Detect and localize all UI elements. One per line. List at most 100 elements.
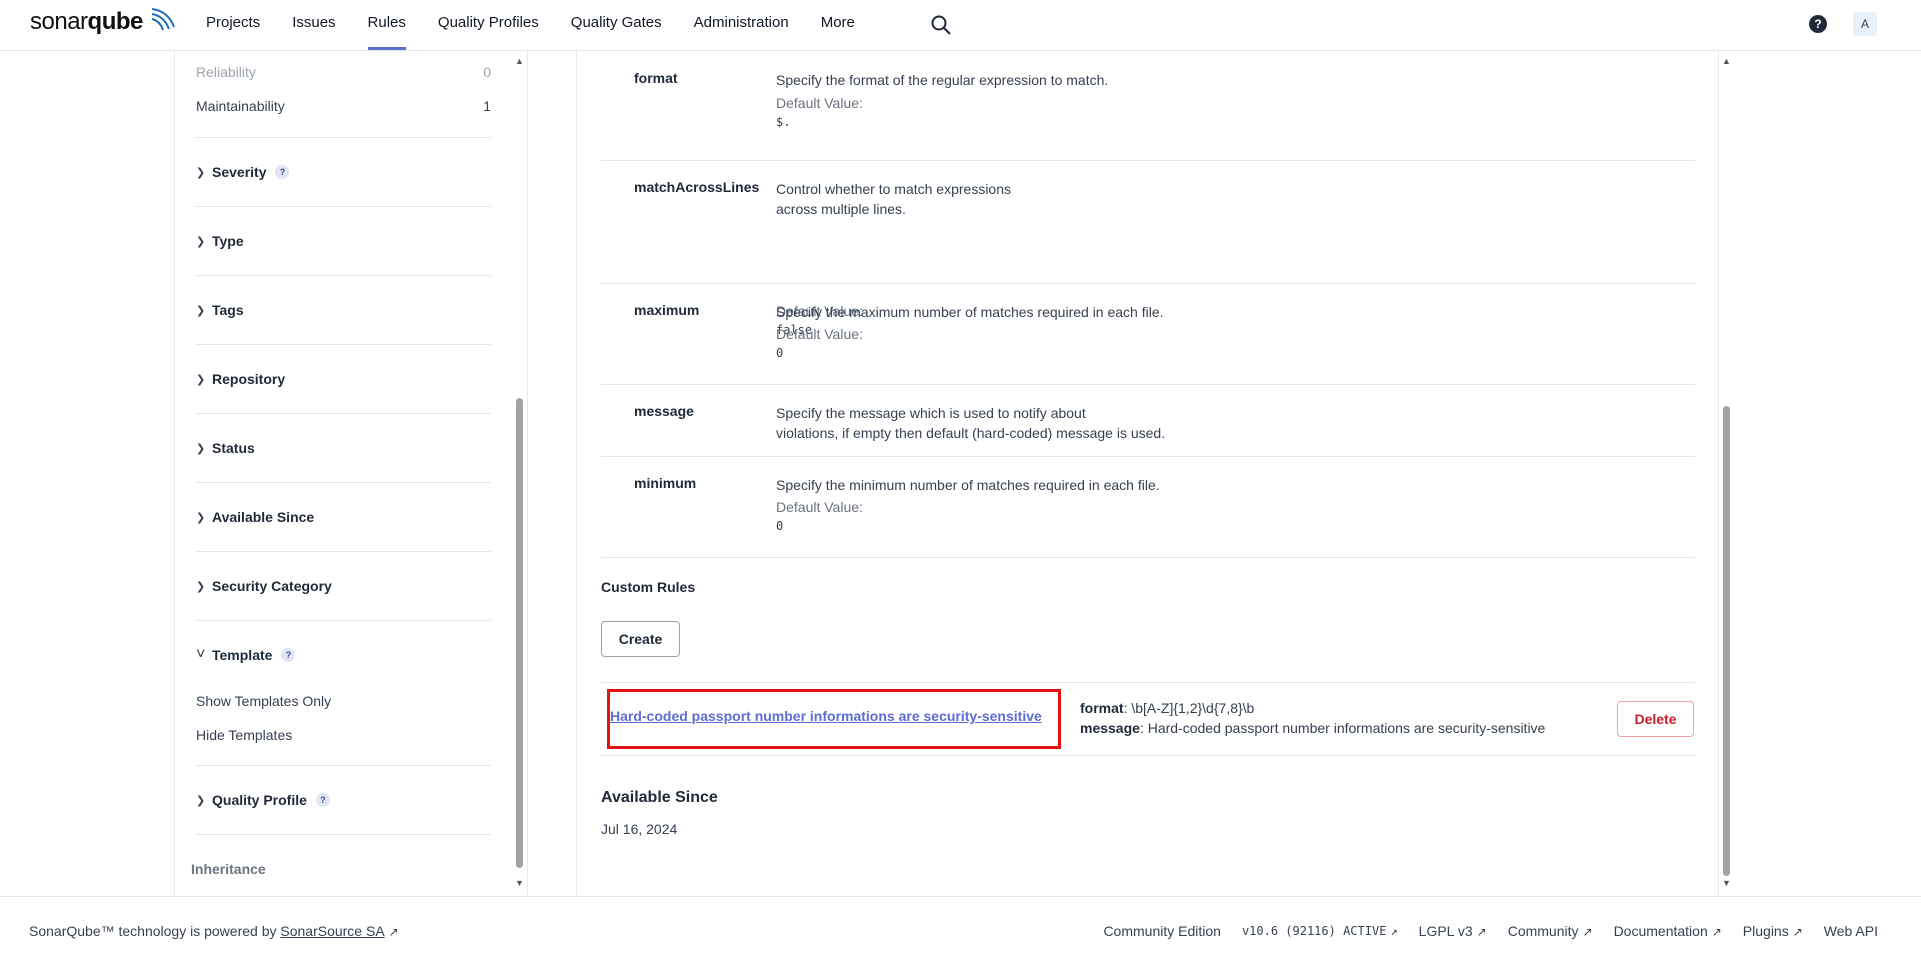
available-since-date: Jul 16, 2024: [601, 821, 678, 837]
scroll-down-arrow-icon[interactable]: ▼: [515, 878, 524, 888]
nav-item-issues[interactable]: Issues: [276, 0, 351, 50]
create-custom-rule-button[interactable]: Create: [601, 621, 680, 657]
footer-web-api-link[interactable]: Web API: [1824, 923, 1878, 940]
param-key: maximum: [634, 302, 700, 318]
footer-documentation-link[interactable]: Documentation ↗: [1614, 923, 1722, 940]
facet-status-label: Status: [212, 440, 255, 456]
logo-waves-icon: [151, 8, 175, 31]
param-row-matchAcrossLines: matchAcrossLines Control whether to match…: [601, 161, 1695, 337]
footer-documentation-text: Documentation: [1613, 923, 1708, 939]
footer-community-link[interactable]: Community ↗: [1508, 923, 1593, 940]
sidebar-scrollbar[interactable]: ▲ ▼: [514, 56, 524, 890]
show-templates-only-option[interactable]: Show Templates Only: [196, 693, 331, 709]
help-icon[interactable]: ?: [275, 165, 290, 179]
facet-reliability[interactable]: Reliability 0: [196, 64, 491, 80]
footer-prefix-text: SonarQube™ technology is powered by: [29, 923, 281, 939]
facet-severity-label: Severity: [212, 164, 267, 180]
param-description-line: Control whether to match expressions: [776, 181, 1011, 197]
param-row-minimum: minimum Specify the minimum number of mat…: [601, 457, 1695, 558]
param-description-line: Specify the minimum number of matches re…: [776, 477, 1160, 493]
facet-quality-profile-label: Quality Profile: [212, 792, 307, 808]
format-value: : \b[A-Z]{1,2}\d{7,8}\b: [1123, 700, 1255, 716]
sonarsource-link[interactable]: SonarSource SA: [280, 923, 384, 939]
main-nav: Projects Issues Rules Quality Profiles Quali…: [190, 0, 871, 50]
footer-version[interactable]: v10.6 (92116) ACTIVE ↗: [1242, 923, 1398, 940]
facet-template-label: Template: [212, 647, 273, 663]
nav-item-projects[interactable]: Projects: [190, 0, 276, 50]
facet-repository[interactable]: ❯ Repository: [196, 344, 491, 413]
sonarqube-logo[interactable]: sonarqube: [30, 8, 175, 36]
param-default-value: 0: [776, 519, 784, 533]
facet-maintainability[interactable]: Maintainability 1: [196, 98, 491, 114]
logo-text-bold: qube: [87, 8, 144, 35]
facet-available-since[interactable]: ❯ Available Since: [196, 482, 491, 551]
external-link-icon: ↗: [1390, 924, 1398, 938]
param-default-value: 0: [776, 346, 784, 360]
param-description: Control whether to match expressions acro…: [776, 179, 1011, 219]
nav-item-quality-profiles[interactable]: Quality Profiles: [422, 0, 555, 50]
external-link-icon: ↗: [1792, 925, 1803, 939]
param-description-line: Specify the format of the regular expres…: [776, 72, 1109, 88]
help-icon[interactable]: ?: [281, 648, 296, 662]
logo-text-light: sonar: [30, 8, 88, 35]
external-link-icon: ↗: [388, 925, 399, 939]
nav-item-quality-gates[interactable]: Quality Gates: [555, 0, 678, 50]
param-description-line: violations, if empty then default (hard-…: [776, 425, 1166, 441]
footer-edition: Community Edition: [1103, 923, 1221, 939]
delete-custom-rule-button[interactable]: Delete: [1617, 701, 1694, 737]
scroll-up-arrow-icon[interactable]: ▲: [1722, 56, 1731, 66]
top-navbar: sonarqube Projects Issues Rules Quality Pro…: [0, 0, 1921, 51]
main-scrollbar-thumb[interactable]: [1723, 406, 1730, 876]
chevron-right-icon: ❯: [196, 794, 206, 807]
custom-rule-format: format: \b[A-Z]{1,2}\d{7,8}\b: [1080, 700, 1254, 716]
facet-type[interactable]: ❯ Type: [196, 206, 491, 275]
param-description-line: Specify the maximum number of matches re…: [776, 304, 1164, 320]
external-link-icon: ↗: [1476, 925, 1487, 939]
param-description: Specify the minimum number of matches re…: [776, 475, 1160, 495]
message-key: message: [1080, 720, 1140, 736]
custom-rule-link[interactable]: Hard-coded passport number informations …: [610, 708, 1042, 724]
facet-status[interactable]: ❯ Status: [196, 413, 491, 482]
scroll-down-arrow-icon[interactable]: ▼: [1722, 878, 1731, 888]
user-avatar[interactable]: A: [1853, 12, 1877, 36]
search-icon[interactable]: [930, 14, 952, 36]
nav-item-administration[interactable]: Administration: [678, 0, 805, 50]
param-key: minimum: [634, 475, 697, 491]
custom-rule-row: Hard-coded passport number informations …: [601, 682, 1695, 756]
param-description: Specify the maximum number of matches re…: [776, 302, 1164, 322]
facet-tags[interactable]: ❯ Tags: [196, 275, 491, 344]
help-icon[interactable]: ?: [1809, 15, 1827, 33]
scroll-up-arrow-icon[interactable]: ▲: [515, 56, 524, 66]
facet-security-category-label: Security Category: [212, 578, 332, 594]
param-key: message: [634, 403, 694, 419]
param-default-label: Default Value:: [776, 326, 863, 342]
rule-details-panel: format Specify the format of the regular …: [576, 51, 1719, 896]
facet-type-label: Type: [212, 233, 244, 249]
nav-item-more[interactable]: More: [805, 0, 871, 50]
chevron-right-icon: ❯: [196, 304, 206, 317]
param-default-value: $.: [776, 115, 791, 129]
facet-security-category[interactable]: ❯ Security Category: [196, 551, 491, 620]
help-icon[interactable]: ?: [315, 793, 330, 807]
facet-template[interactable]: ˅ Template?: [196, 620, 491, 689]
message-value: : Hard-coded passport number information…: [1139, 720, 1546, 736]
param-description: Specify the message which is used to not…: [776, 403, 1165, 443]
nav-item-rules[interactable]: Rules: [352, 0, 422, 50]
facet-severity[interactable]: ❯ Severity?: [196, 137, 491, 206]
main-scrollbar[interactable]: ▲ ▼: [1721, 56, 1731, 890]
external-link-icon: ↗: [1582, 925, 1593, 939]
param-default-label: Default Value:: [776, 499, 863, 515]
custom-rule-message: message: Hard-coded passport number info…: [1080, 720, 1545, 736]
footer-license-link[interactable]: LGPL v3 ↗: [1419, 923, 1487, 940]
facet-repository-label: Repository: [212, 371, 286, 387]
chevron-right-icon: ❯: [196, 166, 206, 179]
facet-maintainability-label: Maintainability: [196, 98, 285, 114]
facet-maintainability-count: 1: [483, 98, 491, 114]
param-description: Specify the format of the regular expres…: [776, 70, 1108, 90]
sidebar-scrollbar-thumb[interactable]: [516, 398, 523, 868]
facet-quality-profile[interactable]: ❯ Quality Profile ?: [196, 765, 491, 834]
footer-plugins-link[interactable]: Plugins ↗: [1743, 923, 1803, 940]
custom-rules-title: Custom Rules: [601, 579, 696, 595]
chevron-right-icon: ❯: [196, 235, 206, 248]
hide-templates-option[interactable]: Hide Templates: [196, 727, 292, 743]
